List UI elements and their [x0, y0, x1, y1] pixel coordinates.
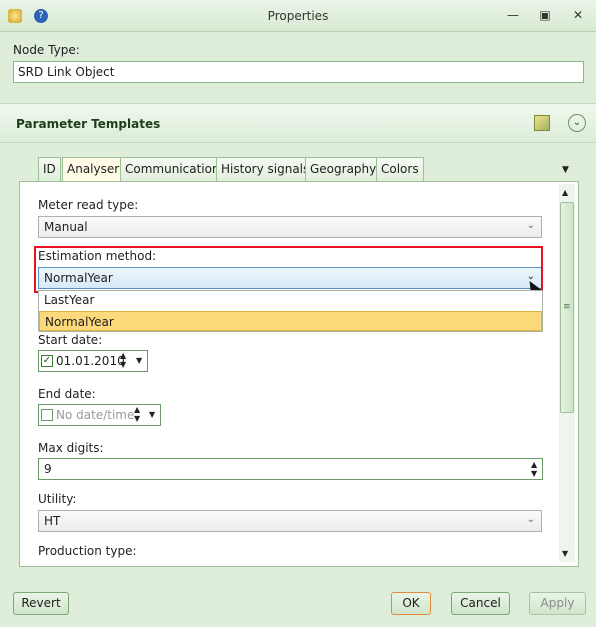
- minimize-button[interactable]: —: [506, 8, 520, 22]
- cancel-button[interactable]: Cancel: [451, 592, 510, 615]
- close-button[interactable]: ✕: [571, 8, 585, 22]
- parameter-templates-title: Parameter Templates: [16, 117, 161, 131]
- scroll-up-icon[interactable]: ▲: [562, 188, 568, 197]
- dropdown-option-lastyear[interactable]: LastYear: [44, 293, 94, 307]
- tab-communication[interactable]: Communication: [120, 157, 225, 181]
- meter-read-type-value: Manual: [44, 220, 88, 234]
- chevron-down-icon: ⌄: [526, 514, 535, 525]
- max-digits-value: 9: [44, 462, 52, 476]
- estimation-method-dropdown: LastYear NormalYear: [38, 290, 543, 332]
- tab-geography[interactable]: Geography: [305, 157, 382, 181]
- meter-read-type-select[interactable]: Manual ⌄: [38, 216, 542, 238]
- package-icon[interactable]: [534, 115, 550, 131]
- dropdown-option-normalyear[interactable]: NormalYear: [39, 311, 542, 331]
- start-date-label: Start date:: [38, 333, 103, 347]
- parameter-templates-bar: Parameter Templates ⌄: [0, 103, 596, 143]
- tab-analyser[interactable]: Analyser: [62, 157, 125, 182]
- tab-overflow-icon[interactable]: ▼: [562, 165, 569, 175]
- node-type-field[interactable]: SRD Link Object: [13, 61, 584, 83]
- utility-label: Utility:: [38, 492, 77, 506]
- start-date-picker[interactable]: ✓ 01.01.2010 ▲ ▼ ▼: [38, 350, 148, 372]
- max-digits-stepper[interactable]: 9 ▲ ▼: [38, 458, 543, 480]
- title-bar: ? Properties — ▣ ✕: [0, 0, 596, 32]
- utility-select[interactable]: HT ⌄: [38, 510, 542, 532]
- collapse-icon[interactable]: ⌄: [568, 114, 586, 132]
- chevron-down-icon: ⌄: [526, 220, 535, 231]
- end-date-picker[interactable]: No date/time ▲ ▼ ▼: [38, 404, 161, 426]
- tab-id[interactable]: ID: [38, 157, 61, 181]
- meter-read-type-label: Meter read type:: [38, 198, 139, 212]
- chevron-down-icon[interactable]: ▼: [136, 356, 142, 365]
- revert-button[interactable]: Revert: [13, 592, 69, 615]
- end-date-value: No date/time: [56, 408, 135, 422]
- start-date-value: 01.01.2010: [56, 354, 125, 368]
- spinner-icon[interactable]: ▲ ▼: [531, 460, 537, 478]
- node-type-label: Node Type:: [13, 43, 80, 57]
- spinner-icon[interactable]: ▲ ▼: [134, 405, 140, 423]
- ok-button[interactable]: OK: [391, 592, 431, 615]
- scroll-down-icon[interactable]: ▼: [562, 549, 568, 558]
- tab-colors[interactable]: Colors: [376, 157, 424, 181]
- maximize-button[interactable]: ▣: [538, 8, 552, 22]
- production-type-label: Production type:: [38, 544, 137, 558]
- spinner-icon[interactable]: ▲ ▼: [120, 351, 126, 369]
- utility-value: HT: [44, 514, 61, 528]
- end-date-label: End date:: [38, 387, 96, 401]
- grip-icon: ≡: [563, 302, 571, 312]
- annotation-highlight-box: [34, 246, 543, 293]
- start-date-checkbox[interactable]: ✓: [41, 355, 53, 367]
- end-date-checkbox[interactable]: [41, 409, 53, 421]
- max-digits-label: Max digits:: [38, 441, 104, 455]
- apply-button[interactable]: Apply: [529, 592, 586, 615]
- tab-history-signals[interactable]: History signals: [216, 157, 315, 181]
- chevron-down-icon[interactable]: ▼: [149, 410, 155, 419]
